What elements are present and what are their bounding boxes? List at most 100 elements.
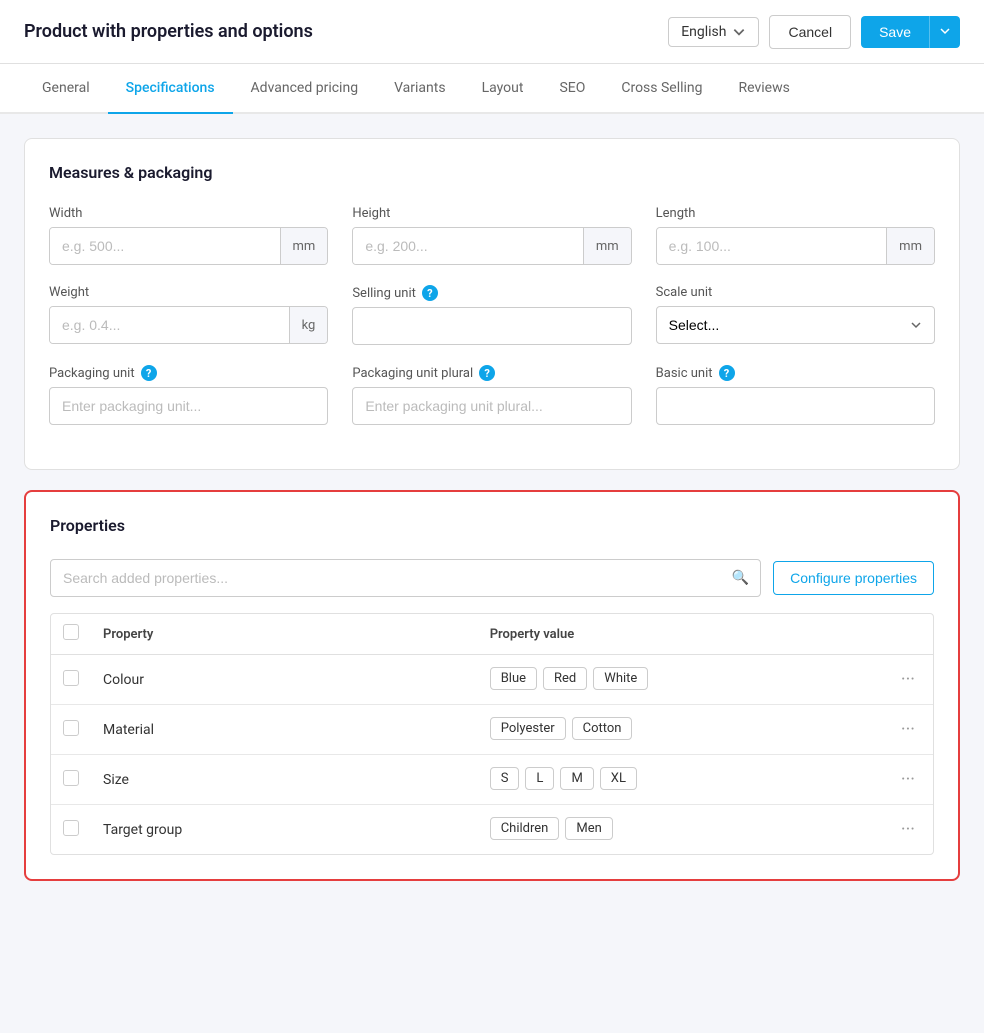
tab-specifications[interactable]: Specifications xyxy=(108,64,233,114)
packaging-unit-group: Packaging unit ? xyxy=(49,365,328,425)
property-name: Target group xyxy=(91,805,478,855)
property-name: Material xyxy=(91,705,478,755)
weight-label: Weight xyxy=(49,285,328,300)
packaging-unit-plural-input[interactable] xyxy=(352,387,631,425)
measures-title: Measures & packaging xyxy=(49,163,935,182)
row-checkbox[interactable] xyxy=(63,770,79,786)
scale-unit-select[interactable]: Select... xyxy=(656,306,935,344)
cancel-button[interactable]: Cancel xyxy=(769,15,851,49)
height-unit: mm xyxy=(583,228,631,264)
selling-unit-input[interactable]: 1 xyxy=(352,307,631,345)
save-button[interactable]: Save xyxy=(861,16,929,48)
row-checkbox-cell xyxy=(51,705,91,755)
row-actions-cell: ··· xyxy=(883,705,933,755)
packaging-unit-plural-label: Packaging unit plural ? xyxy=(352,365,631,381)
row-checkbox-cell xyxy=(51,655,91,705)
language-selector[interactable]: English xyxy=(668,17,759,47)
row-more-button[interactable]: ··· xyxy=(895,767,921,792)
tab-advanced-pricing[interactable]: Advanced pricing xyxy=(233,64,377,114)
basic-unit-help-icon[interactable]: ? xyxy=(719,365,735,381)
dimensions-row: Width mm Height mm Length mm xyxy=(49,206,935,265)
property-value-tag: XL xyxy=(600,767,637,790)
property-value-tag: M xyxy=(560,767,593,790)
row-more-button[interactable]: ··· xyxy=(895,817,921,842)
chevron-down-icon xyxy=(940,26,950,36)
property-value-tag: Men xyxy=(565,817,612,840)
basic-unit-group: Basic unit ? 1 xyxy=(656,365,935,425)
configure-properties-button[interactable]: Configure properties xyxy=(773,561,934,595)
tab-reviews[interactable]: Reviews xyxy=(721,64,808,114)
page-header: Product with properties and options Engl… xyxy=(0,0,984,64)
property-column-header: Property xyxy=(91,614,478,655)
property-values: BlueRedWhite xyxy=(478,655,883,705)
packaging-unit-plural-group: Packaging unit plural ? xyxy=(352,365,631,425)
property-name: Colour xyxy=(91,655,478,705)
length-label: Length xyxy=(656,206,935,221)
basic-unit-label: Basic unit ? xyxy=(656,365,935,381)
packaging-unit-help-icon[interactable]: ? xyxy=(141,365,157,381)
table-row: Size SLM XL ··· xyxy=(51,755,933,805)
weight-unit: kg xyxy=(289,307,328,343)
length-input-wrap: mm xyxy=(656,227,935,265)
length-input[interactable] xyxy=(657,228,887,264)
row-more-button[interactable]: ··· xyxy=(895,667,921,692)
row-checkbox[interactable] xyxy=(63,670,79,686)
save-dropdown-button[interactable] xyxy=(929,16,960,48)
width-label: Width xyxy=(49,206,328,221)
row-checkbox[interactable] xyxy=(63,820,79,836)
height-input[interactable] xyxy=(353,228,583,264)
height-label: Height xyxy=(352,206,631,221)
tab-layout[interactable]: Layout xyxy=(464,64,542,114)
properties-search-input[interactable] xyxy=(50,559,761,597)
tab-bar: General Specifications Advanced pricing … xyxy=(0,64,984,114)
selling-unit-help-icon[interactable]: ? xyxy=(422,285,438,301)
table-row: MaterialPolyesterCotton ··· xyxy=(51,705,933,755)
property-value-tag: Red xyxy=(543,667,587,690)
property-value-tag: L xyxy=(525,767,554,790)
basic-unit-input[interactable]: 1 xyxy=(656,387,935,425)
properties-table-wrapper: Property Property value ColourBlueRedWhi… xyxy=(50,613,934,855)
weight-group: Weight kg xyxy=(49,285,328,345)
packaging-unit-plural-help-icon[interactable]: ? xyxy=(479,365,495,381)
table-row: Target groupChildrenMen ··· xyxy=(51,805,933,855)
header-checkbox-cell xyxy=(51,614,91,655)
properties-search-wrap: 🔍 xyxy=(50,559,761,597)
weight-input[interactable] xyxy=(50,307,289,343)
property-values: ChildrenMen xyxy=(478,805,883,855)
property-name: Size xyxy=(91,755,478,805)
scale-unit-label: Scale unit xyxy=(656,285,935,300)
property-value-tag: Cotton xyxy=(572,717,633,740)
width-input[interactable] xyxy=(50,228,280,264)
width-unit: mm xyxy=(280,228,328,264)
save-button-group: Save xyxy=(861,16,960,48)
row-more-button[interactable]: ··· xyxy=(895,717,921,742)
tab-variants[interactable]: Variants xyxy=(376,64,464,114)
properties-search-row: 🔍 Configure properties xyxy=(50,559,934,597)
table-row: ColourBlueRedWhite··· xyxy=(51,655,933,705)
property-value-tag: Blue xyxy=(490,667,537,690)
search-icon: 🔍 xyxy=(732,570,749,586)
tab-seo[interactable]: SEO xyxy=(541,64,603,114)
main-content: Measures & packaging Width mm Height mm … xyxy=(0,114,984,925)
properties-card: Properties 🔍 Configure properties Proper… xyxy=(24,490,960,881)
length-unit: mm xyxy=(886,228,934,264)
tab-cross-selling[interactable]: Cross Selling xyxy=(603,64,720,114)
scale-unit-group: Scale unit Select... xyxy=(656,285,935,345)
selling-unit-group: Selling unit ? 1 xyxy=(352,285,631,345)
packaging-unit-label: Packaging unit ? xyxy=(49,365,328,381)
row-actions-cell: ··· xyxy=(883,805,933,855)
select-all-checkbox[interactable] xyxy=(63,624,79,640)
packaging-row: Packaging unit ? Packaging unit plural ?… xyxy=(49,365,935,425)
width-group: Width mm xyxy=(49,206,328,265)
property-values: PolyesterCotton xyxy=(478,705,883,755)
measures-card: Measures & packaging Width mm Height mm … xyxy=(24,138,960,470)
header-actions: English Cancel Save xyxy=(668,15,960,49)
row-checkbox[interactable] xyxy=(63,720,79,736)
tab-general[interactable]: General xyxy=(24,64,108,114)
weight-input-wrap: kg xyxy=(49,306,328,344)
property-value-tag: S xyxy=(490,767,520,790)
row-checkbox-cell xyxy=(51,805,91,855)
table-header-row: Property Property value xyxy=(51,614,933,655)
language-label: English xyxy=(681,24,726,40)
packaging-unit-input[interactable] xyxy=(49,387,328,425)
